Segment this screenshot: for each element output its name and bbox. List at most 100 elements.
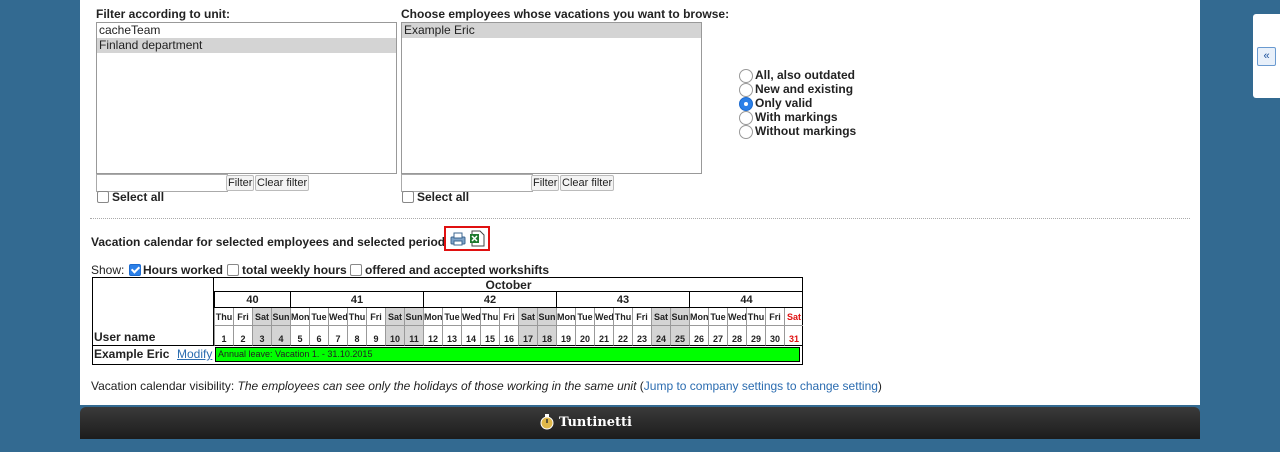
weekday-cell: Mon: [689, 308, 708, 326]
footer-bar: Tuntinetti: [80, 407, 1200, 439]
weekday-cell: Thu: [480, 308, 499, 326]
week-number: 44: [689, 292, 803, 308]
weekday-cell: Fri: [499, 308, 518, 326]
visibility-prefix: Vacation calendar visibility:: [91, 379, 235, 393]
vacation-calendar: User name October 40 41 42 43 44 Thu 1 Fri 2 Sat 3 Su…: [92, 277, 803, 365]
weekday-cell: Mon: [423, 308, 442, 326]
day-number-cell: 6: [309, 326, 328, 346]
weekday-cell: Sun: [271, 308, 290, 326]
section-divider: [90, 218, 1190, 219]
validity-radio[interactable]: [739, 125, 753, 139]
day-number-cell: 19: [556, 326, 575, 346]
weekday-cell: Sun: [537, 308, 556, 326]
day-number-cell: 15: [480, 326, 499, 346]
user-name-label: User name: [94, 330, 156, 344]
day-number-cell: 13: [442, 326, 461, 346]
weekday-cell: Thu: [746, 308, 765, 326]
day-number-cell: 25: [670, 326, 689, 346]
day-number-cell: 3: [252, 326, 271, 346]
validity-radio[interactable]: [739, 97, 753, 111]
day-number-cell: 28: [727, 326, 746, 346]
weekday-cell: Tue: [575, 308, 594, 326]
validity-radio[interactable]: [739, 83, 753, 97]
weekday-cell: Mon: [290, 308, 309, 326]
hours-worked-checkbox[interactable]: [129, 264, 141, 276]
unit-select-all-checkbox[interactable]: [97, 191, 109, 203]
day-number-cell: 30: [765, 326, 784, 346]
weekday-cell: Thu: [214, 308, 233, 326]
day-number-cell: 23: [632, 326, 651, 346]
unit-listbox[interactable]: cacheTeam Finland department: [96, 22, 397, 174]
day-number-cell: 21: [594, 326, 613, 346]
weekday-cell: Sat: [252, 308, 271, 326]
weekday-cell: Sat: [385, 308, 404, 326]
day-number-cell: 2: [233, 326, 252, 346]
print-icon[interactable]: [450, 232, 466, 246]
weekday-cell: Tue: [708, 308, 727, 326]
day-number-cell: 4: [271, 326, 290, 346]
employee-option[interactable]: Example Eric: [402, 23, 701, 38]
workshifts-checkbox[interactable]: [350, 264, 362, 276]
weekday-cell: Sat: [518, 308, 537, 326]
weekday-cell: Wed: [727, 308, 746, 326]
week-number: 40: [214, 292, 290, 308]
visibility-close-paren: ): [877, 379, 882, 393]
validity-radio-label: With markings: [755, 110, 838, 124]
employee-filter-label: Choose employees whose vacations you wan…: [401, 7, 730, 21]
day-number-cell: 1: [214, 326, 233, 346]
employee-filter-button[interactable]: Filter: [531, 175, 560, 191]
week-number: 43: [556, 292, 689, 308]
weekly-hours-checkbox[interactable]: [227, 264, 239, 276]
weekday-cell: Sat: [784, 308, 803, 326]
validity-radio-label: Only valid: [755, 96, 813, 110]
validity-radio-label: All, also outdated: [755, 68, 856, 82]
hours-worked-label: Hours worked: [143, 263, 224, 277]
stopwatch-logo-icon: [540, 414, 554, 430]
footer-brand: Tuntinetti: [559, 414, 632, 430]
day-number-cell: 7: [328, 326, 347, 346]
weekday-cell: Fri: [233, 308, 252, 326]
validity-radio[interactable]: [739, 111, 753, 125]
day-number-cell: 8: [347, 326, 366, 346]
export-icons-highlight: [444, 226, 490, 251]
employee-select-all-checkbox[interactable]: [402, 191, 414, 203]
weekday-cell: Fri: [366, 308, 385, 326]
day-number-cell: 12: [423, 326, 442, 346]
weekday-cell: Fri: [632, 308, 651, 326]
day-number-cell: 11: [404, 326, 423, 346]
unit-filter-button[interactable]: Filter: [226, 175, 255, 191]
employee-clear-filter-button[interactable]: Clear filter: [560, 175, 615, 191]
company-settings-link[interactable]: Jump to company settings to change setti…: [644, 379, 878, 393]
modify-link[interactable]: Modify: [177, 346, 213, 364]
weekday-cell: Sat: [651, 308, 670, 326]
day-number-cell: 29: [746, 326, 765, 346]
day-number-cell: 27: [708, 326, 727, 346]
weekday-cell: Wed: [594, 308, 613, 326]
day-number-cell: 31: [784, 326, 803, 346]
weekday-cell: Sun: [404, 308, 423, 326]
show-label: Show:: [91, 263, 125, 277]
weekday-cell: Fri: [765, 308, 784, 326]
employee-name: Example Eric: [94, 347, 170, 361]
day-number-cell: 16: [499, 326, 518, 346]
workshifts-label: offered and accepted workshifts: [365, 263, 550, 277]
day-number-cell: 20: [575, 326, 594, 346]
day-number-cell: 26: [689, 326, 708, 346]
day-number-cell: 17: [518, 326, 537, 346]
week-number: 41: [290, 292, 423, 308]
employee-listbox[interactable]: Example Eric: [401, 22, 702, 174]
unit-clear-filter-button[interactable]: Clear filter: [255, 175, 310, 191]
excel-export-icon[interactable]: [469, 230, 485, 247]
weekday-cell: Sun: [670, 308, 689, 326]
weekday-cell: Thu: [347, 308, 366, 326]
collapse-panel-button[interactable]: «: [1257, 47, 1276, 66]
day-number-cell: 5: [290, 326, 309, 346]
unit-option[interactable]: cacheTeam: [97, 23, 396, 38]
weekday-cell: Wed: [461, 308, 480, 326]
validity-radio[interactable]: [739, 69, 753, 83]
week-number: 42: [423, 292, 556, 308]
visibility-text: The employees can see only the holidays …: [237, 379, 637, 393]
weekday-cell: Thu: [613, 308, 632, 326]
weekday-cell: Tue: [442, 308, 461, 326]
unit-option[interactable]: Finland department: [97, 38, 396, 53]
